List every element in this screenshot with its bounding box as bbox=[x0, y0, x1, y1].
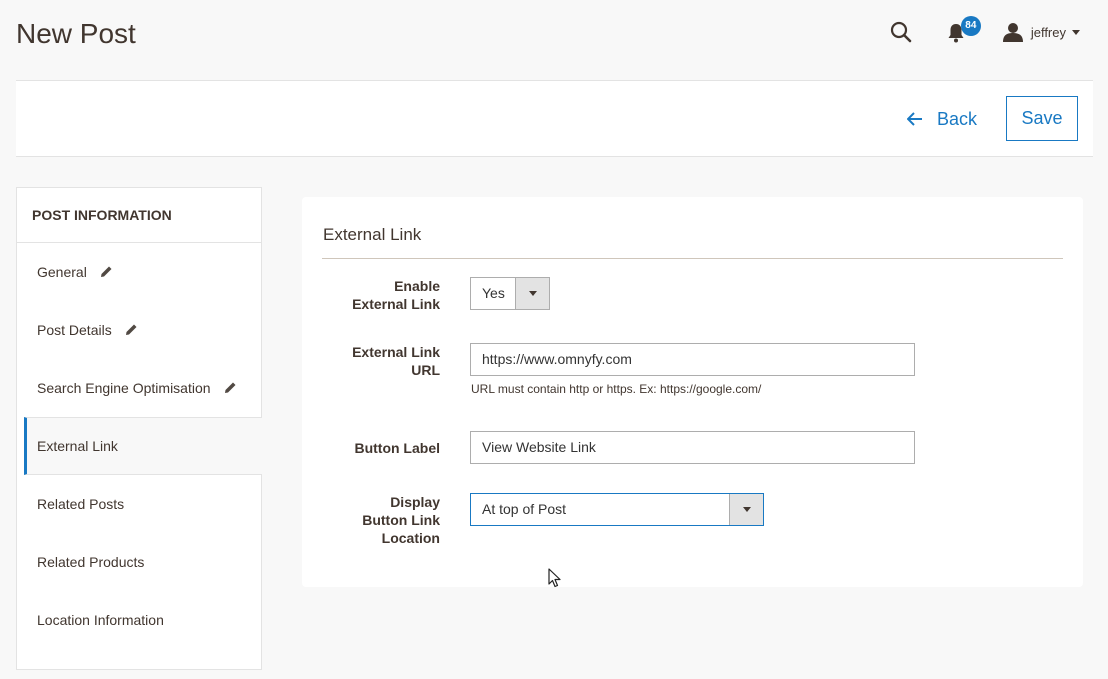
back-button[interactable]: Back bbox=[906, 97, 977, 141]
page-title: New Post bbox=[16, 18, 136, 49]
sidebar-item-label: Related Products bbox=[37, 554, 145, 570]
select-toggle[interactable] bbox=[729, 494, 763, 525]
button-label-input[interactable]: View Website Link bbox=[470, 431, 915, 464]
label-line: Button Link bbox=[362, 512, 440, 528]
enable-external-link-label: Enable External Link bbox=[302, 277, 440, 313]
header-actions: 84 jeffrey bbox=[889, 16, 1080, 46]
user-name: jeffrey bbox=[1030, 24, 1066, 40]
sidebar-item-label: Search Engine Optimisation bbox=[37, 380, 211, 396]
pencil-icon bbox=[124, 323, 138, 337]
label-line: Enable bbox=[394, 278, 440, 294]
caret-down-icon bbox=[1072, 29, 1080, 35]
external-link-panel: External Link Enable External Link Yes E… bbox=[302, 197, 1083, 587]
sidebar-item-general[interactable]: General bbox=[17, 243, 261, 301]
sidebar-item-label: Location Information bbox=[37, 612, 164, 628]
label-line: External Link bbox=[352, 296, 440, 312]
page-actions-toolbar: Back Save bbox=[16, 80, 1093, 157]
label-line: External Link bbox=[352, 344, 440, 360]
pencil-icon bbox=[223, 381, 237, 395]
sidebar-item-seo[interactable]: Search Engine Optimisation bbox=[17, 359, 261, 417]
chevron-down-icon bbox=[742, 507, 751, 512]
external-link-url-input[interactable]: https://www.omnyfy.com bbox=[470, 343, 915, 376]
url-field-note: URL must contain http or https. Ex: http… bbox=[471, 382, 762, 396]
external-link-url-label: External Link URL bbox=[302, 343, 440, 379]
side-nav-title: POST INFORMATION bbox=[17, 188, 261, 243]
arrow-left-icon bbox=[906, 112, 923, 126]
sidebar-item-external-link[interactable]: External Link bbox=[24, 417, 262, 475]
pencil-icon bbox=[99, 265, 113, 279]
sidebar-item-location-information[interactable]: Location Information bbox=[17, 591, 261, 649]
notifications-button[interactable]: 84 bbox=[947, 16, 981, 44]
display-location-select[interactable]: At top of Post bbox=[470, 493, 764, 526]
notifications-badge: 84 bbox=[960, 16, 981, 36]
sidebar-item-label: General bbox=[37, 264, 87, 280]
enable-external-link-select[interactable]: Yes bbox=[470, 277, 550, 310]
select-value: At top of Post bbox=[482, 501, 567, 517]
label-line: URL bbox=[411, 362, 440, 378]
post-information-nav: POST INFORMATION General Post Details Se… bbox=[16, 187, 262, 670]
label-line: Display bbox=[390, 494, 440, 510]
sidebar-item-label: Post Details bbox=[37, 322, 112, 338]
save-button[interactable]: Save bbox=[1006, 96, 1078, 141]
select-value: Yes bbox=[482, 285, 505, 301]
mouse-cursor-icon bbox=[548, 568, 562, 593]
sidebar-item-label: External Link bbox=[37, 438, 118, 454]
user-icon bbox=[1002, 23, 1023, 42]
chevron-down-icon bbox=[528, 291, 537, 296]
section-divider bbox=[322, 258, 1063, 259]
user-menu[interactable]: jeffrey bbox=[1002, 22, 1080, 42]
back-label: Back bbox=[936, 108, 977, 129]
search-icon[interactable] bbox=[889, 20, 913, 44]
sidebar-item-related-products[interactable]: Related Products bbox=[17, 533, 261, 591]
button-label-label: Button Label bbox=[354, 440, 440, 456]
section-title: External Link bbox=[323, 225, 422, 244]
sidebar-item-related-posts[interactable]: Related Posts bbox=[17, 475, 261, 533]
sidebar-item-post-details[interactable]: Post Details bbox=[17, 301, 261, 359]
label-line: Location bbox=[381, 530, 440, 546]
select-toggle[interactable] bbox=[515, 278, 549, 309]
display-location-label: Display Button Link Location bbox=[302, 493, 440, 547]
sidebar-item-label: Related Posts bbox=[37, 496, 125, 512]
